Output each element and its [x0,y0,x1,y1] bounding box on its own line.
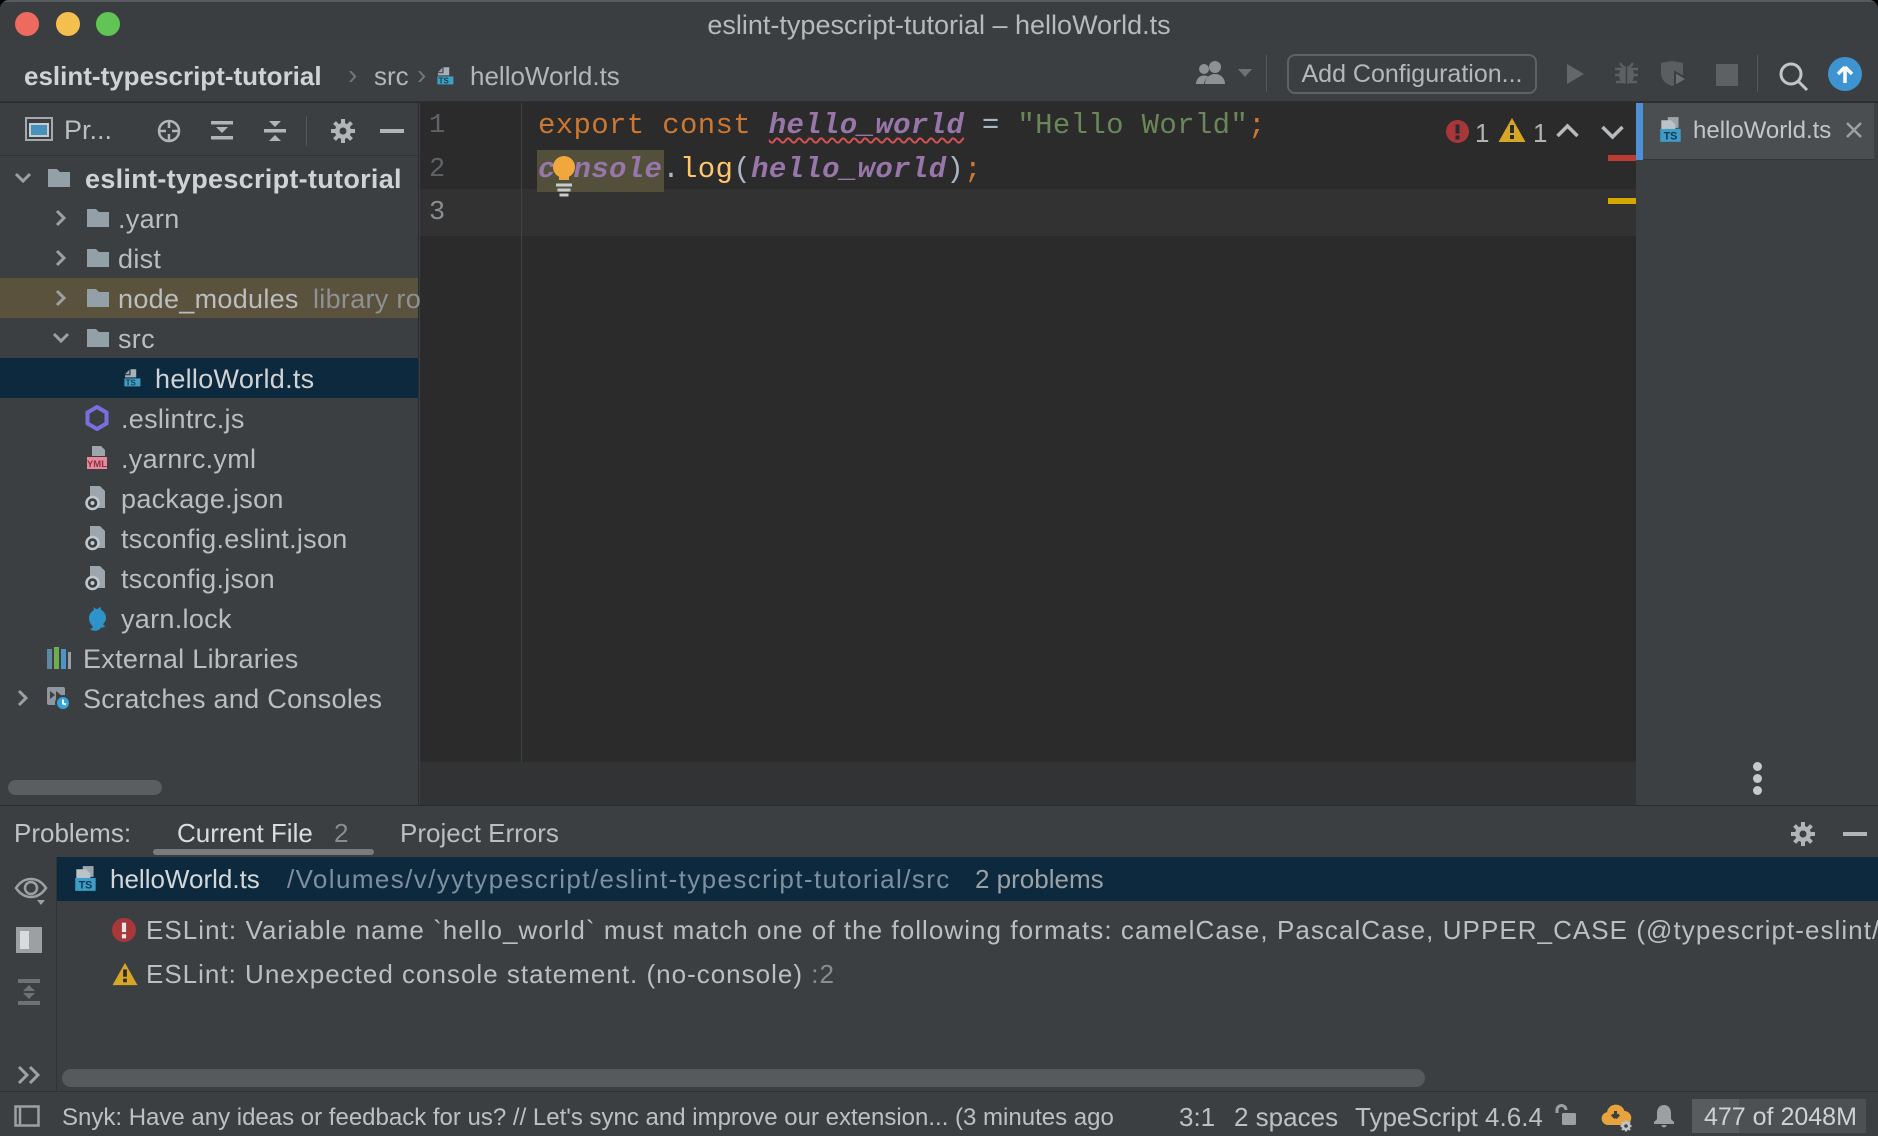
svg-text:TS: TS [79,880,93,892]
svg-text:TS: TS [126,378,137,387]
svg-text:TS: TS [1664,131,1678,143]
svg-text:TS: TS [439,76,450,85]
svg-text:YML: YML [87,459,107,470]
